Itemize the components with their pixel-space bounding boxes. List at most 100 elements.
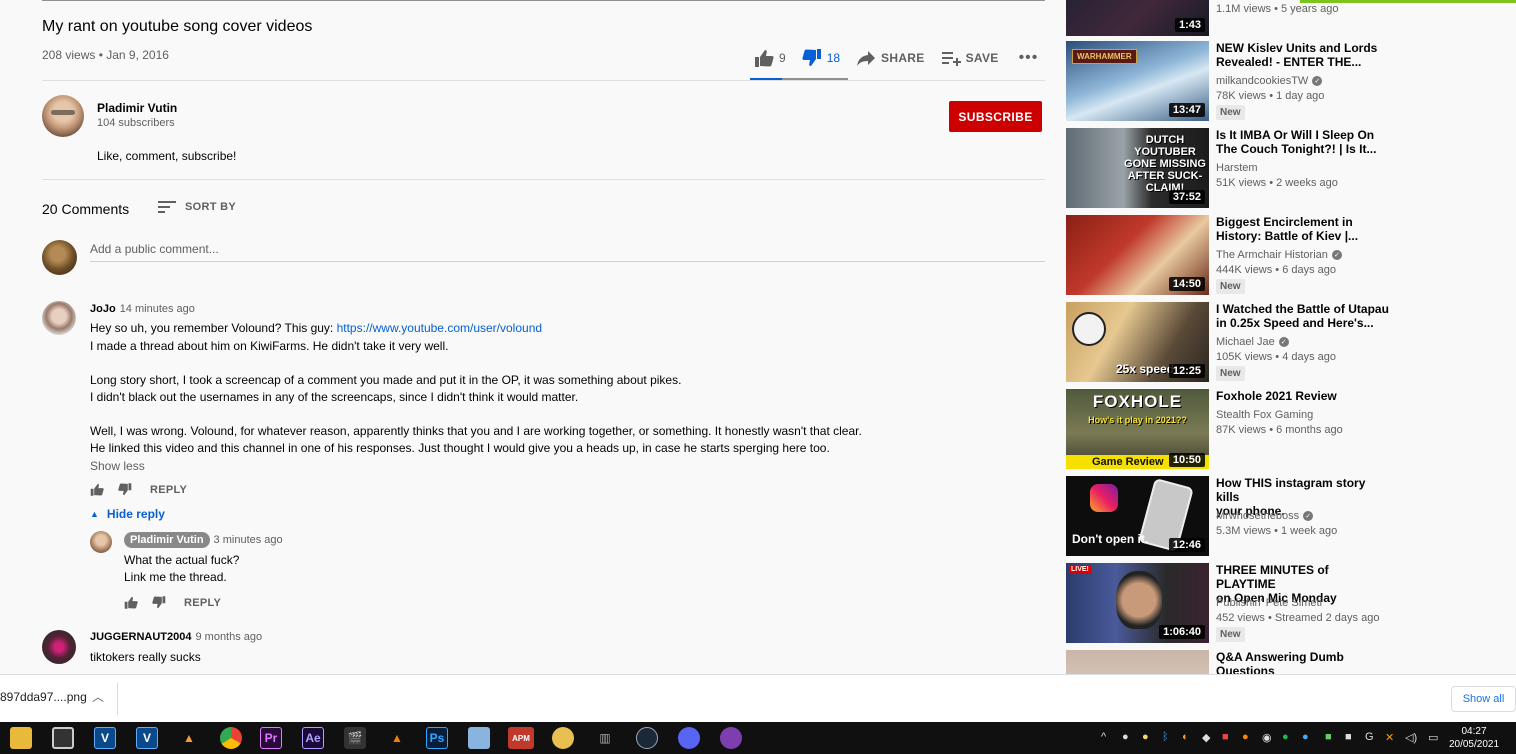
commenter-avatar[interactable]	[42, 301, 76, 335]
recommended-video[interactable]: DUTCH YOUTUBER GONE MISSING AFTER SUCK-C…	[1066, 128, 1386, 208]
thumbs-down-icon[interactable]	[118, 483, 132, 496]
video-channel[interactable]: Publishin' Pete Simeti	[1216, 597, 1322, 609]
tray-app-icon[interactable]: ●	[1302, 731, 1309, 743]
video-thumbnail[interactable]: FOXHOLE How's it play in 2021?? Game Rev…	[1066, 389, 1209, 469]
video-thumbnail[interactable]: 14:50	[1066, 215, 1209, 295]
video-thumbnail[interactable]: 1:43	[1066, 0, 1209, 36]
video-duration: 10:50	[1168, 453, 1205, 467]
chevron-up-icon[interactable]: ︿	[92, 688, 104, 705]
reply-time[interactable]: 3 minutes ago	[214, 534, 283, 546]
video-channel[interactable]: Harstem	[1216, 162, 1258, 174]
controller-icon[interactable]: ◆	[1202, 731, 1210, 744]
comment-link[interactable]: https://www.youtube.com/user/volound	[337, 321, 542, 335]
comment-time[interactable]: 9 months ago	[195, 631, 262, 643]
after-effects-icon[interactable]: Ae	[302, 727, 324, 749]
video-title[interactable]: Is It IMBA Or Will I Sleep On The Couch T…	[1216, 128, 1391, 156]
video-thumbnail[interactable]: WARHAMMER 13:47	[1066, 41, 1209, 121]
channel-name[interactable]: Pladimir Vutin	[97, 101, 177, 115]
show-all-button[interactable]: Show all	[1451, 686, 1516, 712]
like-button[interactable]: 9	[754, 49, 786, 67]
video-title[interactable]: NEW Kislev Units and Lords Revealed! - EN…	[1216, 41, 1391, 69]
tray-app-icon[interactable]: ■	[1222, 731, 1229, 743]
channel-avatar[interactable]	[42, 95, 84, 137]
discord-icon[interactable]	[678, 727, 700, 749]
tray-app-icon[interactable]: ■	[1345, 731, 1352, 743]
reply-button[interactable]: REPLY	[150, 484, 187, 496]
file-explorer-icon[interactable]	[10, 727, 32, 749]
tray-app-icon[interactable]: ■	[1325, 731, 1332, 743]
comment-author[interactable]: JoJo	[90, 303, 116, 315]
new-badge: New	[1216, 105, 1245, 120]
video-title[interactable]: Biggest Encirclement in History: Battle o…	[1216, 215, 1391, 243]
hide-reply-button[interactable]: ▲ Hide reply	[90, 507, 165, 521]
share-button[interactable]: SHARE	[856, 50, 925, 66]
volume-icon[interactable]: ◁)	[1405, 731, 1417, 744]
equalizer-icon[interactable]: ▥	[594, 727, 616, 749]
thumbs-up-icon[interactable]	[124, 596, 138, 609]
thumbs-down-icon[interactable]	[152, 596, 166, 609]
video-thumbnail[interactable]: LIVE! 1:06:40	[1066, 563, 1209, 643]
premiere-icon[interactable]: Pr	[260, 727, 282, 749]
notification-icon[interactable]: ▭	[1428, 731, 1438, 744]
recommended-video[interactable]: WARHAMMER 13:47 NEW Kislev Units and Lor…	[1066, 41, 1386, 121]
tray-chevron-icon[interactable]: ^	[1101, 731, 1106, 743]
image-viewer-icon[interactable]	[468, 727, 490, 749]
vlc-icon[interactable]: ▲	[386, 727, 408, 749]
reply-text-line: What the actual fuck?	[124, 553, 240, 567]
clapperboard-icon[interactable]: 🎬	[344, 727, 366, 749]
video-thumbnail[interactable]: 25x speed 12:25	[1066, 302, 1209, 382]
chrome-icon[interactable]	[220, 727, 242, 749]
reply-author[interactable]: Pladimir Vutin	[124, 532, 210, 548]
download-item[interactable]: 897dda97....png	[0, 690, 87, 704]
recommended-video[interactable]: 25x speed 12:25 I Watched the Battle of …	[1066, 302, 1389, 382]
v-app-icon[interactable]: V	[136, 727, 158, 749]
reply-text-line: Link me the thread.	[124, 570, 227, 584]
v-app-icon[interactable]: V	[94, 727, 116, 749]
media-app-icon[interactable]	[52, 727, 74, 749]
thumbs-up-icon[interactable]	[90, 483, 104, 496]
spotify-icon[interactable]: ●	[1282, 731, 1289, 743]
steam-icon[interactable]	[636, 727, 658, 749]
comment-time[interactable]: 14 minutes ago	[120, 303, 195, 315]
emoji-app-icon[interactable]	[552, 727, 574, 749]
video-thumbnail[interactable]: Don't open it. 12:46	[1066, 476, 1209, 556]
recommended-video[interactable]: FOXHOLE How's it play in 2021?? Game Rev…	[1066, 389, 1386, 469]
tray-app-icon[interactable]: ●	[1242, 731, 1249, 743]
show-less-link[interactable]: Show less	[90, 459, 145, 473]
video-channel[interactable]: Michael Jae ✓	[1216, 336, 1289, 348]
recommended-video[interactable]: LIVE! 1:06:40 THREE MINUTES of PLAYTIME o…	[1066, 563, 1386, 643]
save-button[interactable]: SAVE	[941, 50, 999, 66]
tray-app-icon[interactable]: ●	[1142, 731, 1149, 743]
video-title[interactable]: Foxhole 2021 Review	[1216, 389, 1391, 403]
video-title[interactable]: I Watched the Battle of Utapau in 0.25x S…	[1216, 302, 1391, 330]
commenter-avatar[interactable]	[42, 630, 76, 664]
sort-by-button[interactable]: SORT BY	[158, 200, 236, 214]
subscribe-button[interactable]: SUBSCRIBE	[949, 101, 1042, 132]
tray-app-icon[interactable]: G	[1365, 731, 1374, 743]
video-channel[interactable]: The Armchair Historian ✓	[1216, 249, 1342, 261]
comment-author[interactable]: JUGGERNAUT2004	[90, 631, 191, 643]
video-channel[interactable]: Mrwhosetheboss ✓	[1216, 510, 1314, 522]
recommended-video[interactable]: Don't open it. 12:46 How THIS instagram …	[1066, 476, 1386, 556]
flame-app-icon[interactable]: ▲	[178, 727, 200, 749]
apm-icon[interactable]: APM	[508, 727, 534, 749]
dislike-button[interactable]: 18	[802, 49, 840, 67]
tray-app-icon[interactable]: ✕	[1385, 731, 1394, 744]
system-clock[interactable]: 04:27 20/05/2021	[1448, 725, 1500, 751]
video-channel[interactable]: Stealth Fox Gaming	[1216, 409, 1313, 421]
tor-icon[interactable]	[720, 727, 742, 749]
more-actions-icon[interactable]: •••	[1019, 49, 1039, 67]
reply-button[interactable]: REPLY	[184, 597, 221, 609]
save-label: SAVE	[965, 51, 999, 65]
video-thumbnail[interactable]: DUTCH YOUTUBER GONE MISSING AFTER SUCK-C…	[1066, 128, 1209, 208]
tray-app-icon[interactable]: ◉	[1262, 731, 1272, 744]
recommended-video[interactable]: 1:43 1.1M views • 5 years ago	[1066, 0, 1386, 36]
search-tray-icon[interactable]: ◐	[1182, 731, 1189, 743]
video-channel[interactable]: milkandcookiesTW ✓	[1216, 75, 1323, 87]
add-comment-input[interactable]: Add a public comment...	[90, 242, 219, 256]
bluetooth-icon[interactable]: ᛒ	[1162, 731, 1169, 743]
reply-avatar[interactable]	[90, 531, 112, 553]
photoshop-icon[interactable]: Ps	[426, 727, 448, 749]
recommended-video[interactable]: 14:50 Biggest Encirclement in History: Ba…	[1066, 215, 1386, 295]
microphone-icon[interactable]: ●	[1122, 731, 1129, 743]
